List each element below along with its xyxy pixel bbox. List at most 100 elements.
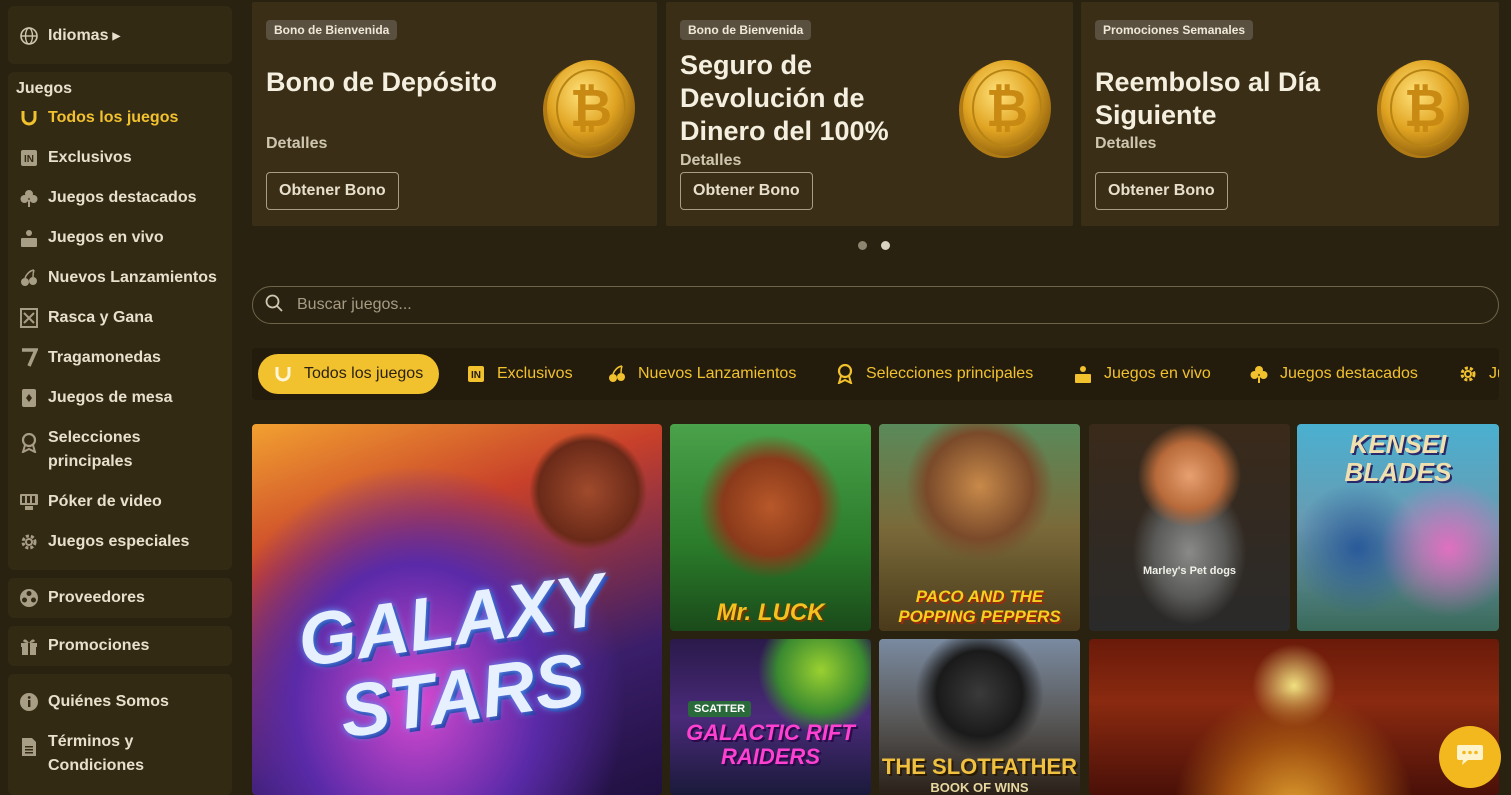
sidebar-item-scratch[interactable]: Rasca y Gana [18,306,226,330]
tab-new-releases[interactable]: Nuevos Lanzamientos [606,354,796,394]
carousel-dot-1[interactable] [858,241,867,250]
tab-top-picks[interactable]: Selecciones principales [834,354,1033,394]
game-tile-slotfather[interactable]: THE SLOTFATHER BOOK OF WINS [879,639,1080,795]
search-icon [265,294,283,317]
tab-all-games[interactable]: Todos los juegos [258,354,440,394]
svg-text:₿: ₿ [986,79,1028,139]
game-tile-galaxy-stars[interactable]: GALAXY STARS [252,424,662,795]
banner-details-link[interactable]: Detalles [680,152,741,170]
sidebar-item-label: Juegos destacados [48,189,197,206]
tab-specialty[interactable]: Ju [1457,354,1499,394]
sidebar-item-about[interactable]: Quiénes Somos [18,690,226,714]
live-dealer-icon [18,227,40,249]
sidebar-item-top-picks[interactable]: Selecciones principales [18,426,226,474]
game-title: KENSEI BLADES [1344,429,1452,487]
sidebar-item-video-poker[interactable]: Póker de video [18,490,226,514]
game-tile-marleys-pet-dogs[interactable]: Marley's Pet dogs [1089,424,1290,631]
svg-text:IN: IN [24,154,34,165]
info-icon [18,691,40,713]
sidebar-item-slots[interactable]: Tragamonedas [18,346,226,370]
sidebar-item-label: Términos y Condiciones [48,733,145,774]
category-tabs: Todos los juegos IN Exclusivos Nuevos La… [252,348,1499,400]
sidebar-item-live[interactable]: Juegos en vivo [18,226,226,250]
sidebar-item-promotions[interactable]: Promociones [18,634,226,658]
exclusive-icon: IN [465,363,487,385]
seven-icon [18,347,40,369]
promo-banner-deposit: Bono de Bienvenida Bono de Depósito Deta… [252,2,657,226]
banner-title: Reembolso al Día Siguiente [1095,67,1321,130]
cherries-icon [18,267,40,289]
tab-featured[interactable]: Juegos destacados [1248,354,1418,394]
sidebar-item-label: Exclusivos [48,149,132,166]
banner-details-link[interactable]: Detalles [1095,135,1156,153]
game-title: THE SLOTFATHER [881,754,1078,779]
tab-label: Ju [1489,365,1499,382]
bitcoin-coin-icon: ₿ [1377,60,1469,158]
game-title: GALAXY STARS [292,556,610,753]
scratch-card-icon [18,307,40,329]
sidebar-item-featured[interactable]: Juegos destacados [18,186,226,210]
game-tile-fortune[interactable] [1089,639,1499,795]
game-tile-kensei-blades[interactable]: KENSEI BLADES [1297,424,1499,631]
chat-button[interactable] [1439,726,1501,788]
language-selector[interactable]: Idiomas ▶ [18,24,226,48]
search-placeholder: Buscar juegos... [297,296,412,313]
get-bonus-button[interactable]: Obtener Bono [266,172,399,210]
reel-icon [18,587,40,609]
search-input[interactable]: Buscar juegos... [252,286,1499,324]
sidebar-item-label: Juegos de mesa [48,389,173,406]
sidebar-item-label: Promociones [48,637,150,654]
sidebar-item-exclusive[interactable]: IN Exclusivos [18,146,226,170]
tab-live[interactable]: Juegos en vivo [1072,354,1211,394]
svg-text:IN: IN [471,370,481,381]
tab-exclusive[interactable]: IN Exclusivos [465,354,573,394]
language-box: Idiomas ▶ [8,6,232,64]
game-subtitle: BOOK OF WINS [930,780,1029,795]
svg-text:₿: ₿ [1404,79,1446,139]
tab-label: Selecciones principales [866,365,1034,382]
get-bonus-button[interactable]: Obtener Bono [680,172,813,210]
banner-title: Seguro de Devolución de Dinero del 100% [680,50,889,146]
award-icon [834,363,856,385]
game-tile-paco[interactable]: PACO AND THE POPPING PEPPERS [879,424,1080,631]
game-tile-galactic-rift-raiders[interactable]: SCATTER GALACTIC RIFT RAIDERS [670,639,871,795]
carousel-dot-2[interactable] [881,241,890,250]
sidebar-item-label: Selecciones principales [48,429,141,470]
award-icon [18,432,40,454]
sidebar-item-providers[interactable]: Proveedores [18,586,226,610]
game-title: GALACTIC RIFT RAIDERS [686,720,855,769]
sidebar-item-table-games[interactable]: Juegos de mesa [18,386,226,410]
sidebar-item-terms[interactable]: Términos y Condiciones [18,730,226,778]
sidebar-item-label: Juegos especiales [48,533,190,550]
sidebar-item-label: Todos los juegos [48,109,179,126]
game-tile-mr-luck[interactable]: Mr. LUCK [670,424,871,631]
exclusive-icon: IN [18,147,40,169]
game-title: PACO AND THE POPPING PEPPERS [898,587,1061,626]
sidebar-item-all-games[interactable]: Todos los juegos [18,106,226,130]
carousel-dots [858,241,890,250]
clover-icon [1248,363,1270,385]
game-title: Mr. LUCK [716,599,825,626]
horseshoe-icon [18,107,40,129]
tab-label: Exclusivos [497,365,573,382]
live-dealer-icon [1072,363,1094,385]
games-nav: Juegos Todos los juegos IN Exclusivos Ju… [8,72,232,570]
document-icon [18,736,40,758]
game-title: Marley's Pet dogs [1142,564,1237,577]
bitcoin-coin-icon: ₿ [959,60,1051,158]
gear-icon [18,531,40,553]
banner-details-link[interactable]: Detalles [266,135,327,153]
sidebar-item-specialty[interactable]: Juegos especiales [18,530,226,554]
promo-banner-insurance: Bono de Bienvenida Seguro de Devolución … [666,2,1073,226]
card-icon [18,387,40,409]
caret-right-icon: ▶ [112,30,121,42]
video-poker-icon [18,491,40,513]
bitcoin-coin-icon: ₿ [543,60,635,158]
cherries-icon [606,363,628,385]
promotions-box: Promociones [8,626,232,666]
sidebar-item-label: Quiénes Somos [48,693,169,710]
get-bonus-button[interactable]: Obtener Bono [1095,172,1228,210]
sidebar-item-new-releases[interactable]: Nuevos Lanzamientos [18,266,226,290]
tab-label: Juegos en vivo [1104,365,1211,382]
clover-icon [18,187,40,209]
